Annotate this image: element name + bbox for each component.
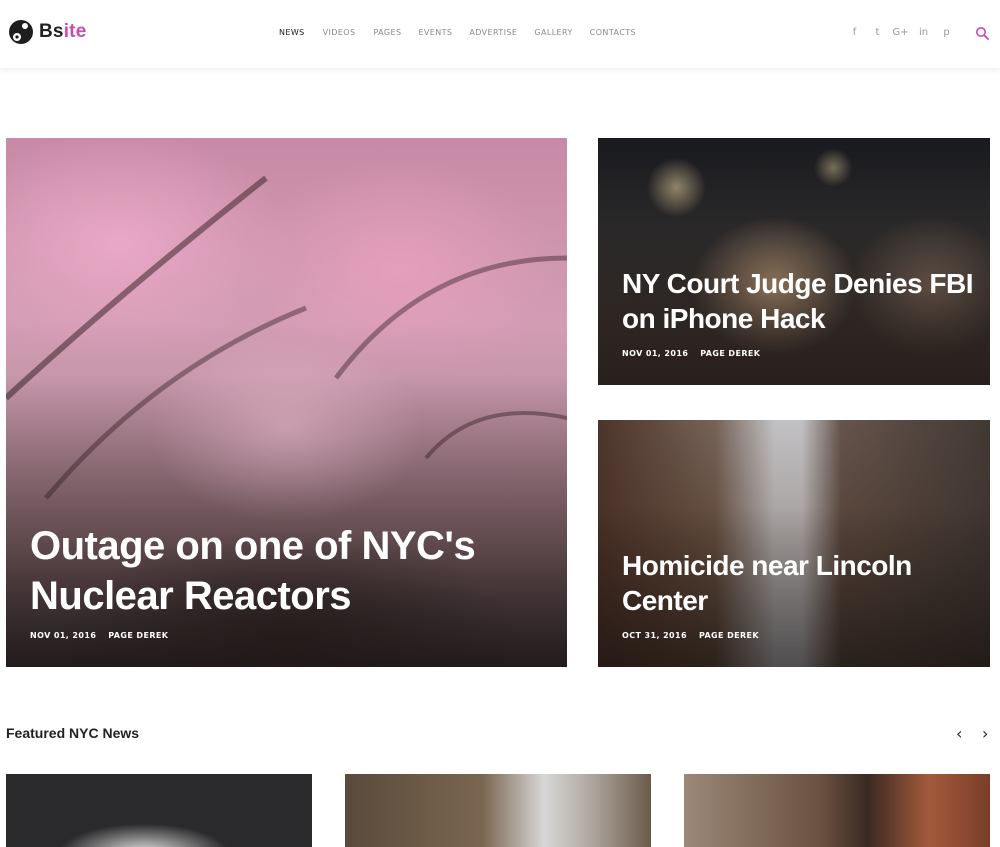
nav-item-pages[interactable]: PAGES: [373, 28, 401, 37]
hero-side-title-1[interactable]: NY Court Judge Denies FBI on iPhone Hack: [622, 266, 982, 336]
post-author[interactable]: PAGE DEREK: [699, 631, 759, 640]
hero-side-meta-1: NOV 01, 2016 PAGE DEREK: [622, 349, 760, 358]
hero-side-meta-2: OCT 31, 2016 PAGE DEREK: [622, 631, 759, 640]
featured-image-2: [345, 774, 651, 847]
post-author[interactable]: PAGE DEREK: [700, 349, 760, 358]
twitter-icon[interactable]: t: [866, 27, 889, 38]
carousel-prev-icon[interactable]: ‹: [956, 724, 962, 743]
featured-thumb-2[interactable]: [345, 774, 651, 847]
search-icon[interactable]: [975, 26, 989, 40]
hero-side-shade-2: [598, 420, 990, 667]
hero-main-title[interactable]: Outage on one of NYC's Nuclear Reactors: [30, 521, 530, 621]
featured-thumb-1[interactable]: [6, 774, 312, 847]
hero-side-shade-1: [598, 138, 990, 385]
social-links: f t G+ in p: [843, 27, 958, 38]
nav-item-advertise[interactable]: ADVERTISE: [469, 28, 517, 37]
post-author[interactable]: PAGE DEREK: [108, 631, 168, 640]
site-header: Bsite NEWS VIDEOS PAGES EVENTS ADVERTISE…: [0, 0, 1000, 68]
facebook-icon[interactable]: f: [843, 27, 866, 38]
google-plus-icon[interactable]: G+: [889, 27, 912, 38]
main-nav: NEWS VIDEOS PAGES EVENTS ADVERTISE GALLE…: [279, 28, 636, 37]
site-logo[interactable]: Bsite: [8, 17, 86, 47]
hero-side-card-1[interactable]: NY Court Judge Denies FBI on iPhone Hack…: [598, 138, 990, 385]
hero-main-card[interactable]: Outage on one of NYC's Nuclear Reactors …: [6, 138, 567, 667]
post-date: NOV 01, 2016: [30, 631, 97, 640]
post-date: OCT 31, 2016: [622, 631, 687, 640]
featured-image-3: [684, 774, 990, 847]
linkedin-icon[interactable]: in: [912, 27, 935, 38]
hero-side-title-2[interactable]: Homicide near Lincoln Center: [622, 548, 982, 618]
logo-text: Bsite: [39, 21, 87, 42]
pinterest-icon[interactable]: p: [935, 27, 958, 38]
carousel-next-icon[interactable]: ›: [982, 724, 988, 743]
hero-main-meta: NOV 01, 2016 PAGE DEREK: [30, 631, 168, 640]
nav-item-videos[interactable]: VIDEOS: [323, 28, 356, 37]
logo-icon: [9, 20, 33, 44]
featured-thumb-3[interactable]: [684, 774, 990, 847]
featured-section-title: Featured NYC News: [6, 725, 140, 741]
nav-item-events[interactable]: EVENTS: [418, 28, 452, 37]
nav-item-gallery[interactable]: GALLERY: [534, 28, 572, 37]
hero-side-card-2[interactable]: Homicide near Lincoln Center OCT 31, 201…: [598, 420, 990, 667]
post-date: NOV 01, 2016: [622, 349, 689, 358]
nav-item-news[interactable]: NEWS: [279, 28, 305, 37]
nav-item-contacts[interactable]: CONTACTS: [590, 28, 636, 37]
featured-image-1: [6, 774, 312, 847]
